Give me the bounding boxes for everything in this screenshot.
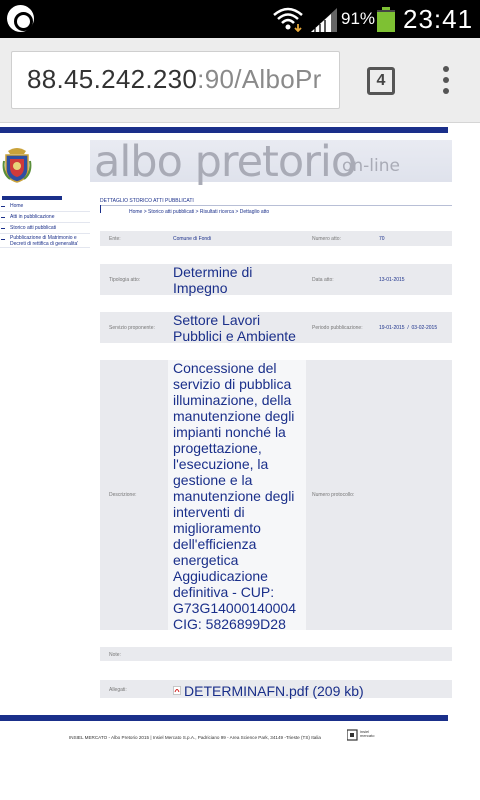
web-page: albo pretorio on-line Home Atti in pubbl…: [0, 123, 480, 800]
detail-row-servizio: Servizio proponente: Settore Lavori Pubb…: [100, 312, 452, 344]
attachment-link[interactable]: DETERMINAFN.pdf (209 kb): [184, 683, 364, 699]
detail-row-tipologia: Tipologia atto: Determine di Impegno Dat…: [100, 264, 452, 296]
footer-text: INSIEL MERCATO - Albo Pretorio 2015 | In…: [69, 735, 321, 740]
signal-icon: [311, 8, 337, 32]
data-atto-label: Data atto:: [312, 277, 334, 283]
servizio-value: Settore Lavori Pubblici e Ambiente: [173, 312, 296, 344]
section-marker: [100, 205, 101, 213]
url-text: 88.45.242.230:90/AlboPr: [27, 64, 322, 94]
battery-percent: 91%: [341, 9, 376, 28]
browser-toolbar: 88.45.242.230:90/AlboPr 4: [0, 38, 480, 123]
tipologia-label: Tipologia atto:: [109, 277, 141, 283]
overflow-menu-icon[interactable]: [440, 66, 452, 96]
numero-atto-value: 70: [379, 236, 385, 242]
wifi-icon: [273, 7, 303, 32]
footer-stripe: [0, 715, 448, 721]
breadcrumb[interactable]: Home > Storico atti pubblicati > Risulta…: [129, 209, 269, 215]
detail-row-allegati: Allegati: DETERMINAFN.pdf (209 kb): [100, 680, 452, 699]
detail-row-ente: Ente: Comune di Fondi Numero atto: 70: [100, 231, 452, 246]
descrizione-value: Concessione del servizio di pubblica ill…: [173, 360, 296, 632]
detail-row-descrizione: Descrizione: Concessione del servizio di…: [100, 360, 452, 632]
site-banner: albo pretorio on-line: [90, 137, 452, 187]
battery-icon: [377, 7, 395, 32]
periodo-value: 19-01-2015 / 03-02-2015: [379, 325, 438, 331]
left-navigation: Home Atti in pubblicazione Storico atti …: [0, 201, 90, 248]
nav-item-atti-in-pubblicazione[interactable]: Atti in pubblicazione: [0, 212, 90, 223]
numero-atto-label: Numero atto:: [312, 236, 341, 242]
status-bar: 91% 23:41: [0, 0, 480, 38]
descrizione-label: Descrizione:: [109, 492, 137, 498]
protocollo-label: Numero protocollo:: [312, 492, 355, 498]
nav-header-bar: [2, 196, 62, 200]
periodo-label: Periodo pubblicazione:: [312, 325, 363, 331]
ente-value: Comune di Fondi: [173, 236, 212, 242]
tipologia-value: Determine di Impegno: [173, 264, 253, 296]
site-title: albo pretorio: [94, 137, 357, 187]
address-bar[interactable]: 88.45.242.230:90/AlboPr: [11, 51, 340, 109]
nav-item-home[interactable]: Home: [0, 201, 90, 212]
header-stripe: [0, 127, 448, 133]
app-notification-icon: [7, 5, 34, 32]
site-subtitle: on-line: [342, 156, 400, 176]
ente-label: Ente:: [109, 236, 121, 242]
section-title: DETTAGLIO STORICO ATTI PUBBLICATI: [100, 198, 452, 206]
note-label: Note:: [109, 652, 121, 658]
footer-logo-text: insiel mercato: [360, 729, 375, 738]
clock: 23:41: [403, 4, 474, 34]
allegati-label: Allegati:: [109, 687, 127, 693]
nav-item-storico-atti[interactable]: Storico atti pubblicati: [0, 223, 90, 234]
municipal-crest-logo[interactable]: [2, 147, 32, 183]
tab-switcher-button[interactable]: 4: [367, 67, 395, 95]
detail-row-note: Note:: [100, 647, 452, 661]
servizio-label: Servizio proponente:: [109, 325, 155, 331]
data-atto-value: 13-01-2015: [379, 277, 405, 283]
pdf-icon: [173, 686, 181, 695]
nav-item-matrimonio[interactable]: Pubblicazione di Matrimonio e Decreti di…: [0, 234, 90, 248]
